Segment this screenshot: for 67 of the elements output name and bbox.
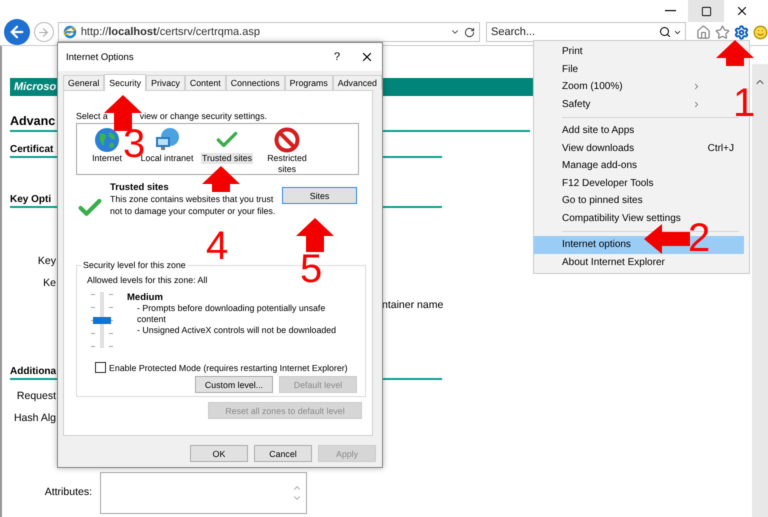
maximize-button[interactable] (688, 0, 724, 22)
left-arrow (644, 224, 690, 254)
menu-item[interactable]: About Internet Explorer (534, 254, 744, 271)
maximize-icon (700, 6, 712, 16)
field-label: Hash Alg (12, 411, 56, 425)
close-icon (360, 50, 374, 64)
level-button[interactable]: Custom level... (195, 376, 273, 393)
text-area[interactable] (100, 472, 307, 514)
dialog-title: Internet Options (66, 52, 135, 62)
search-icon[interactable] (659, 26, 671, 38)
menu-item[interactable]: Safety (534, 96, 711, 113)
tab[interactable]: General (63, 75, 104, 90)
field-label: Key (36, 254, 56, 268)
protected-mode-checkbox[interactable]: Enable Protected Mode (requires restarting Internet Explorer) (95, 362, 365, 373)
up-arrow (716, 40, 754, 66)
tab[interactable]: Programs (284, 75, 333, 90)
level-name: Medium (127, 292, 164, 303)
dialog-button[interactable]: OK (190, 445, 248, 462)
field-label: Ke (42, 276, 56, 290)
favorites-button[interactable] (715, 24, 730, 40)
arrow-left-icon (8, 23, 26, 41)
level-slider[interactable] (91, 290, 113, 350)
back-button[interactable] (4, 19, 30, 45)
field-label: Request (16, 389, 56, 403)
menu-item[interactable]: File (534, 60, 711, 78)
home-button[interactable] (696, 24, 711, 40)
slider-thumb[interactable] (93, 317, 111, 324)
level-description: - Prompts before downloading potentially unsafe content (136, 303, 326, 325)
group-title: Security level for this zone (81, 260, 188, 270)
tab[interactable]: Privacy (146, 75, 185, 90)
search-field[interactable]: Search... (486, 22, 686, 42)
refresh-icon[interactable] (464, 26, 475, 38)
globe-icon (94, 127, 120, 153)
menu-item[interactable]: F12 Developer Tools (534, 174, 744, 192)
menu-item[interactable]: Print (534, 43, 711, 60)
tab[interactable]: Content (184, 75, 226, 90)
dialog-button[interactable]: Cancel (254, 445, 312, 462)
step-number: 4 (206, 229, 228, 263)
tab[interactable]: Connections (226, 75, 285, 90)
menu-item[interactable]: Add site to Apps (534, 122, 744, 140)
help-button[interactable]: ? (322, 51, 352, 63)
option-label: ntainer name (382, 298, 444, 312)
minimize-icon (664, 10, 676, 12)
address-field[interactable]: http://localhost/certsrv/certrqma.asp (58, 22, 480, 42)
menu-item[interactable]: Zoom (100%) (534, 78, 711, 96)
no-entry-icon (274, 127, 300, 153)
settings-button[interactable] (734, 24, 749, 40)
close-icon (735, 4, 749, 18)
browser-logo-icon (62, 25, 77, 39)
sites-button[interactable]: Sites (282, 187, 357, 204)
tab[interactable]: Security (104, 74, 146, 91)
tab[interactable]: Advanced (332, 75, 382, 90)
zone-title: Trusted sites (110, 182, 170, 193)
scrollbar[interactable] (752, 64, 768, 517)
menu-item[interactable]: View downloads Ctrl+J (534, 140, 744, 157)
menu-item[interactable]: Go to pinned sites (534, 192, 744, 210)
arrow-right-icon (37, 26, 50, 38)
field-label: Attributes: (44, 485, 92, 498)
smiley-button[interactable] (753, 24, 768, 40)
instruction-text: Select a (76, 111, 108, 123)
step-number: 5 (300, 252, 322, 286)
instruction-text: view or change security settings. (140, 111, 267, 123)
allowed-levels-text: Allowed levels for this zone: All (87, 275, 208, 285)
up-arrow (296, 218, 334, 252)
menu-item[interactable]: Manage add-ons (534, 157, 744, 174)
up-arrow (202, 166, 240, 192)
level-description: - Unsigned ActiveX controls will not be downloaded (136, 325, 337, 336)
